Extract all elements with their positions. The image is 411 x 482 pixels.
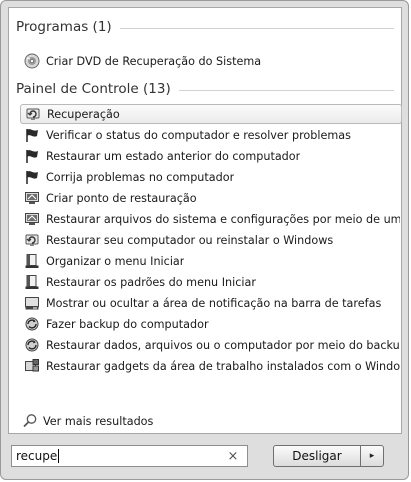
- result-item-fazer-backup[interactable]: Fazer backup do computador: [24, 314, 400, 334]
- result-item-recuperacao[interactable]: Recuperação: [20, 104, 402, 124]
- result-item-restaurar-gadgets[interactable]: Restaurar gadgets da área de trabalho in…: [24, 356, 400, 376]
- action-center-flag-icon: [24, 148, 40, 164]
- result-label: Criar DVD de Recuperação do Sistema: [46, 54, 262, 68]
- taskbar-start-menu-icon: [24, 253, 40, 269]
- result-label: Restaurar seu computador ou reinstalar o…: [46, 233, 334, 247]
- taskbar-start-menu-icon: [24, 274, 40, 290]
- system-properties-icon: [24, 190, 40, 206]
- group-divider: [178, 89, 394, 91]
- result-label: Corrija problemas no computador: [46, 170, 235, 184]
- action-center-flag-icon: [24, 169, 40, 185]
- shutdown-button[interactable]: Desligar: [273, 445, 361, 467]
- result-label: Recuperação: [47, 107, 120, 121]
- search-input-value: recupe: [16, 448, 60, 464]
- shutdown-options-arrow-icon[interactable]: ▸: [360, 445, 384, 467]
- result-label: Verificar o status do computador e resol…: [46, 128, 351, 142]
- result-label: Organizar o menu Iniciar: [46, 254, 185, 268]
- result-label: Restaurar um estado anterior do computad…: [46, 149, 301, 163]
- notification-area-icon: [24, 295, 40, 311]
- result-label: Criar ponto de restauração: [46, 191, 197, 205]
- result-label: Restaurar dados, arquivos ou o computado…: [46, 338, 400, 352]
- result-item-criar-ponto[interactable]: Criar ponto de restauração: [24, 188, 400, 208]
- dvd-disc-icon: [24, 53, 40, 69]
- result-label: Restaurar gadgets da área de trabalho in…: [46, 359, 400, 373]
- search-input[interactable]: recupe ×: [11, 445, 248, 467]
- system-properties-icon: [24, 211, 40, 227]
- result-item-criar-dvd[interactable]: Criar DVD de Recuperação do Sistema: [24, 51, 400, 71]
- result-item-restaurar-padroes-menu[interactable]: Restaurar os padrões do menu Iniciar: [24, 272, 400, 292]
- action-center-flag-icon: [24, 127, 40, 143]
- start-menu: Programas (1) Criar DVD de Recuperação d…: [0, 0, 409, 480]
- result-label: Mostrar ou ocultar a área de notificação…: [46, 296, 382, 310]
- group-header-programs: Programas (1): [16, 16, 394, 38]
- result-item-organizar-menu[interactable]: Organizar o menu Iniciar: [24, 251, 400, 271]
- group-title: Painel de Controle (13): [16, 81, 171, 97]
- result-item-area-notificacao[interactable]: Mostrar ou ocultar a área de notificação…: [24, 293, 400, 313]
- backup-restore-icon: [24, 316, 40, 332]
- result-item-restaurar-reinstalar[interactable]: Restaurar seu computador ou reinstalar o…: [24, 230, 400, 250]
- group-title: Programas (1): [16, 19, 112, 35]
- result-label: Restaurar arquivos do sistema e configur…: [46, 212, 400, 226]
- result-item-restaurar-estado[interactable]: Restaurar um estado anterior do computad…: [24, 146, 400, 166]
- see-more-results-link[interactable]: Ver mais resultados: [22, 412, 153, 430]
- result-item-corrija-problemas[interactable]: Corrija problemas no computador: [24, 167, 400, 187]
- result-label: Fazer backup do computador: [46, 317, 209, 331]
- result-item-verificar-status[interactable]: Verificar o status do computador e resol…: [24, 125, 400, 145]
- clear-search-icon[interactable]: ×: [225, 448, 241, 464]
- result-item-restaurar-arquivos-sistema[interactable]: Restaurar arquivos do sistema e configur…: [24, 209, 400, 229]
- backup-restore-icon: [24, 337, 40, 353]
- group-header-control-panel: Painel de Controle (13): [16, 78, 394, 100]
- recovery-icon: [25, 106, 41, 122]
- result-label: Restaurar os padrões do menu Iniciar: [46, 275, 256, 289]
- desktop-gadgets-icon: [24, 358, 40, 374]
- group-divider: [119, 27, 394, 29]
- result-item-restaurar-dados-backup[interactable]: Restaurar dados, arquivos ou o computado…: [24, 335, 400, 355]
- see-more-results-label: Ver mais resultados: [43, 414, 154, 428]
- recovery-icon: [24, 232, 40, 248]
- search-icon: [22, 413, 38, 429]
- search-results-pane: Programas (1) Criar DVD de Recuperação d…: [8, 7, 402, 434]
